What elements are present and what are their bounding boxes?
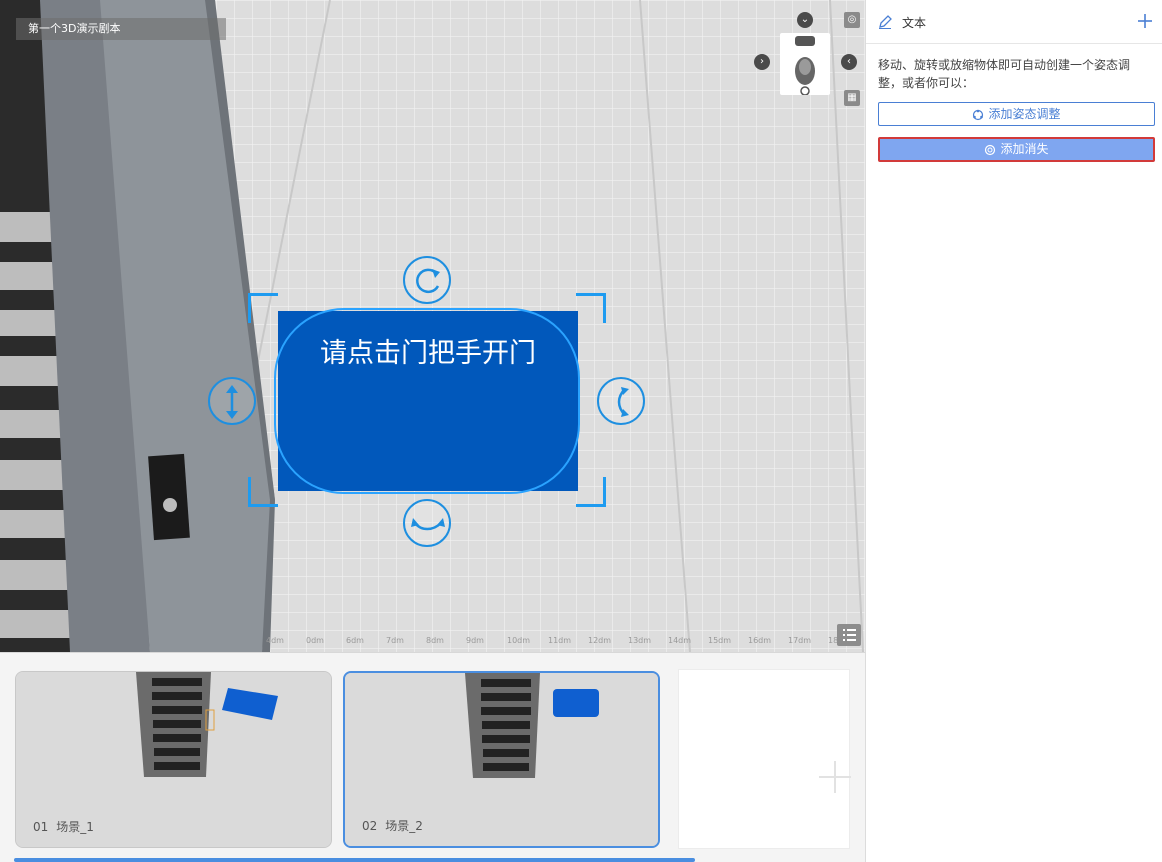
- tilt-gizmo-icon[interactable]: [597, 377, 645, 425]
- panel-header: 文本: [866, 0, 1162, 44]
- scene-index: 01: [33, 820, 49, 834]
- add-scene-button[interactable]: [678, 669, 851, 849]
- ruler-tick: 4dm: [266, 636, 284, 645]
- head-orientation-icon: [795, 36, 815, 96]
- panel-title: 文本: [902, 16, 927, 30]
- selection-corner-bl: [248, 477, 278, 507]
- rotate-left-icon[interactable]: ‹: [841, 54, 857, 70]
- scene-name: 场景_2: [385, 819, 423, 833]
- scene-name: 场景_1: [56, 820, 94, 834]
- scene-index: 02: [362, 819, 378, 833]
- pose-icon: [973, 109, 984, 120]
- collapse-nav-icon[interactable]: ⌄: [797, 12, 813, 28]
- scene-title: 第一个3D演示剧本: [16, 18, 226, 40]
- ruler-tick: 9dm: [466, 636, 484, 645]
- view-cube[interactable]: [780, 33, 830, 96]
- hint-text: 移动、旋转或放缩物体即可自动创建一个姿态调整，或者你可以：: [878, 58, 1131, 90]
- focus-view-icon[interactable]: ◎: [844, 12, 860, 28]
- ruler-tick: 13dm: [628, 636, 652, 645]
- scene-label: 02 场景_2: [362, 817, 423, 834]
- ruler-tick: 11dm: [548, 636, 572, 645]
- plus-icon: [819, 761, 851, 793]
- ruler-tick: 6dm: [346, 636, 364, 645]
- timeline-scrollbar[interactable]: [14, 858, 695, 862]
- add-pose-button[interactable]: 添加姿态调整: [878, 102, 1155, 126]
- vanish-icon: [985, 144, 996, 155]
- spin-gizmo-icon[interactable]: [403, 499, 451, 547]
- properties-panel: 文本 移动、旋转或放缩物体即可自动创建一个姿态调整，或者你可以： 添加姿态调整 …: [865, 0, 1162, 862]
- scene-thumbnail-active[interactable]: 02 场景_2: [343, 671, 660, 848]
- ruler-tick: 10dm: [507, 636, 531, 645]
- pencil-icon: [879, 15, 892, 29]
- list-view-icon[interactable]: [837, 624, 861, 646]
- add-vanish-label: 添加消失: [1000, 142, 1049, 156]
- app-root: 第一个3D演示剧本 ⌄ ◎ › ‹ ▦ 请点击门把手开门 4dm 0dm 6dm…: [0, 0, 1162, 862]
- ruler-tick: 0dm: [306, 636, 324, 645]
- add-icon[interactable]: [1138, 14, 1152, 28]
- scene-label: 01 场景_1: [33, 818, 94, 835]
- rotate-gizmo-icon[interactable]: [403, 256, 451, 304]
- selection-corner-br: [576, 477, 606, 507]
- text-card-label[interactable]: 请点击门把手开门: [278, 331, 578, 370]
- ruler-tick: 14dm: [668, 636, 692, 645]
- door-wall: [0, 0, 275, 652]
- move-vertical-gizmo-icon[interactable]: [208, 377, 256, 425]
- ruler-tick: 12dm: [588, 636, 612, 645]
- scene-thumbnail[interactable]: 01 场景_1: [15, 671, 332, 848]
- ruler-tick: 16dm: [748, 636, 772, 645]
- selection-corner-tl: [248, 293, 278, 323]
- rotate-right-icon[interactable]: ›: [754, 54, 770, 70]
- selection-corner-tr: [576, 293, 606, 323]
- 3d-viewport[interactable]: 第一个3D演示剧本 ⌄ ◎ › ‹ ▦ 请点击门把手开门 4dm 0dm 6dm…: [0, 0, 865, 652]
- add-pose-label: 添加姿态调整: [988, 107, 1061, 121]
- distance-ruler: 4dm 0dm 6dm 7dm 8dm 9dm 10dm 11dm 12dm 1…: [262, 636, 862, 648]
- ruler-tick: 15dm: [708, 636, 732, 645]
- add-vanish-button[interactable]: 添加消失: [878, 137, 1155, 162]
- ruler-tick: 7dm: [386, 636, 404, 645]
- ruler-tick: 17dm: [788, 636, 812, 645]
- grid-toggle-icon[interactable]: ▦: [844, 90, 860, 106]
- ruler-tick: 8dm: [426, 636, 444, 645]
- scene-timeline: 01 场景_1 02 场景_2: [0, 652, 865, 862]
